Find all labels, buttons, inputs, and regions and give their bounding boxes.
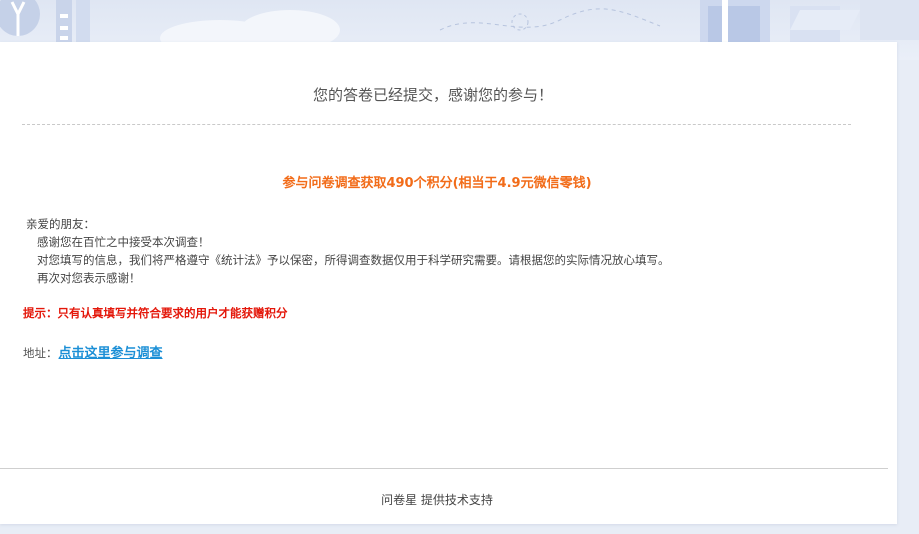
dashed-path — [439, 8, 661, 31]
letter-line: 感谢您在百忙之中接受本次调查！ — [37, 235, 210, 249]
page-title: 您的答卷已经提交，感谢您的参与！ — [312, 86, 553, 104]
letter-greeting: 亲爱的朋友： — [26, 217, 95, 231]
footer-brand: 问卷星 — [381, 493, 418, 507]
address-row: 地址：点击这里参与调查 — [23, 342, 163, 361]
footer-divider — [0, 468, 888, 469]
footer: 问卷星 提供技术支持 — [0, 491, 874, 508]
address-label: 地址： — [23, 346, 58, 360]
letter-line: 再次对您表示感谢！ — [37, 271, 141, 285]
promo-text: 参与问卷调查获取490个积分(相当于4.9元微信零钱) — [282, 176, 592, 191]
letter-line: 对您填写的信息，我们将严格遵守《统计法》予以保密，所得调查数据仅用于科学研究需要… — [37, 253, 670, 267]
survey-link[interactable]: 点击这里参与调查 — [59, 346, 163, 361]
result-card: 您的答卷已经提交，感谢您的参与！ 参与问卷调查获取490个积分(相当于4.9元微… — [0, 42, 897, 524]
dashed-divider — [22, 124, 851, 125]
footer-text: 提供技术支持 — [420, 493, 493, 507]
tip-text: 提示：只有认真填写并符合要求的用户才能获赠积分 — [23, 306, 288, 320]
tree-icon — [0, 0, 40, 36]
thank-you-letter: 亲爱的朋友： 感谢您在百忙之中接受本次调查！ 对您填写的信息，我们将严格遵守《统… — [26, 215, 670, 287]
